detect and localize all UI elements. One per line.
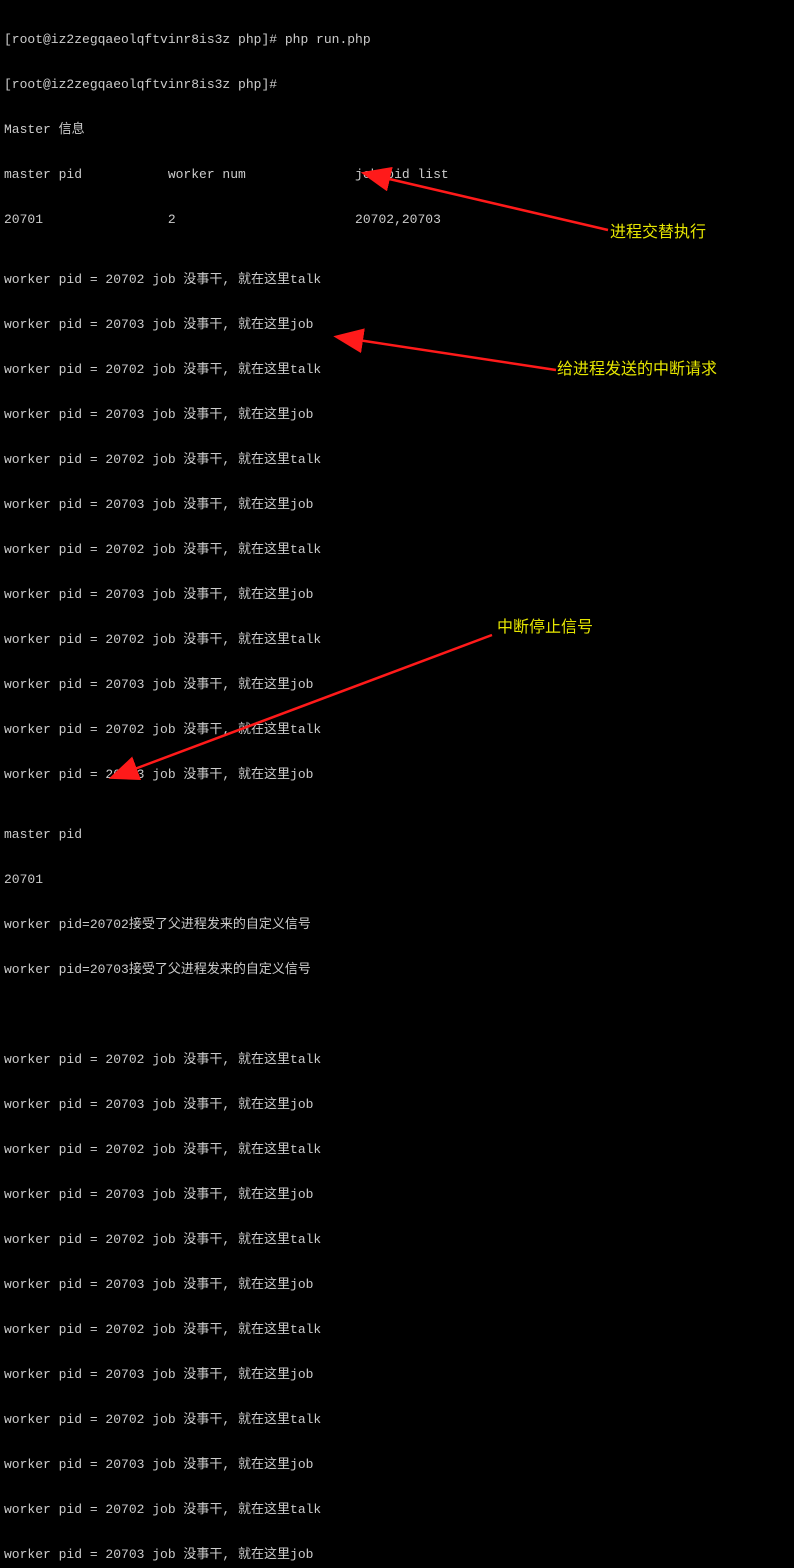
column-values: 20701 2 20702,20703 — [4, 212, 449, 227]
worker-line: worker pid = 20703 job 没事干, 就在这里job — [4, 1097, 449, 1112]
signal-line: worker pid=20703接受了父进程发来的自定义信号 — [4, 962, 449, 977]
worker-line: worker pid = 20702 job 没事干, 就在这里talk — [4, 1052, 449, 1067]
worker-line: worker pid = 20702 job 没事干, 就在这里talk — [4, 1412, 449, 1427]
annotation-stop-signal: 中断停止信号 — [497, 620, 593, 635]
worker-line: worker pid = 20702 job 没事干, 就在这里talk — [4, 1142, 449, 1157]
worker-line: worker pid = 20702 job 没事干, 就在这里talk — [4, 542, 449, 557]
worker-line: worker pid = 20702 job 没事干, 就在这里talk — [4, 362, 449, 377]
worker-line: worker pid = 20702 job 没事干, 就在这里talk — [4, 452, 449, 467]
worker-line: worker pid = 20702 job 没事干, 就在这里talk — [4, 1322, 449, 1337]
worker-line: worker pid = 20703 job 没事干, 就在这里job — [4, 497, 449, 512]
worker-line: worker pid = 20703 job 没事干, 就在这里job — [4, 767, 449, 782]
worker-line: worker pid = 20703 job 没事干, 就在这里job — [4, 587, 449, 602]
prompt-line-2[interactable]: [root@iz2zegqaeolqftvinr8is3z php]# — [4, 77, 449, 92]
master-pid-value: 20701 — [4, 872, 449, 887]
worker-line: worker pid = 20703 job 没事干, 就在这里job — [4, 407, 449, 422]
terminal-output: [root@iz2zegqaeolqftvinr8is3z php]# php … — [0, 0, 453, 1568]
prompt-line-1[interactable]: [root@iz2zegqaeolqftvinr8is3z php]# php … — [4, 32, 449, 47]
worker-line: worker pid = 20702 job 没事干, 就在这里talk — [4, 1232, 449, 1247]
worker-line: worker pid = 20703 job 没事干, 就在这里job — [4, 677, 449, 692]
worker-line: worker pid = 20703 job 没事干, 就在这里job — [4, 1187, 449, 1202]
worker-line: worker pid = 20703 job 没事干, 就在这里job — [4, 317, 449, 332]
worker-line: worker pid = 20702 job 没事干, 就在这里talk — [4, 722, 449, 737]
signal-line: worker pid=20702接受了父进程发来的自定义信号 — [4, 917, 449, 932]
worker-line: worker pid = 20702 job 没事干, 就在这里talk — [4, 632, 449, 647]
column-headers: master pid worker num job pid list — [4, 167, 449, 182]
worker-line: worker pid = 20702 job 没事干, 就在这里talk — [4, 272, 449, 287]
annotation-interrupt-req: 给进程发送的中断请求 — [557, 362, 717, 377]
worker-line: worker pid = 20703 job 没事干, 就在这里job — [4, 1547, 449, 1562]
master-pid-label: master pid — [4, 827, 449, 842]
worker-line: worker pid = 20703 job 没事干, 就在这里job — [4, 1277, 449, 1292]
worker-line: worker pid = 20702 job 没事干, 就在这里talk — [4, 1502, 449, 1517]
master-header: Master 信息 — [4, 122, 449, 137]
worker-line: worker pid = 20703 job 没事干, 就在这里job — [4, 1457, 449, 1472]
annotation-alt-exec: 进程交替执行 — [610, 225, 706, 240]
worker-line: worker pid = 20703 job 没事干, 就在这里job — [4, 1367, 449, 1382]
